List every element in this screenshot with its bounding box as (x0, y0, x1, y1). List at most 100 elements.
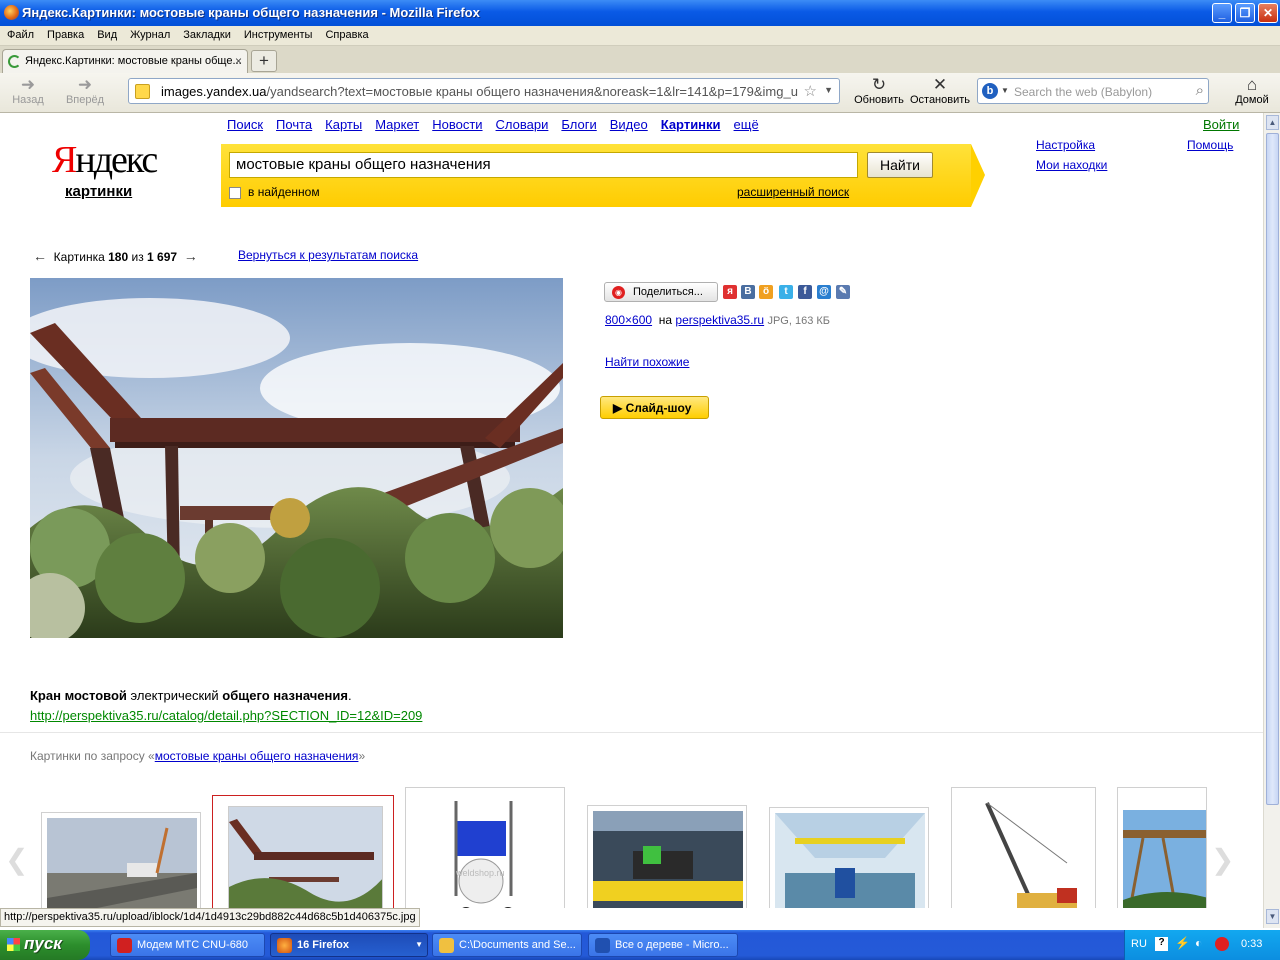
help-tray-icon[interactable]: ? (1155, 937, 1168, 951)
menu-history[interactable]: Журнал (123, 26, 176, 41)
image-counter: ← Картинка 180 из 1 697 → (33, 248, 198, 264)
menu-help[interactable]: Справка (318, 26, 374, 41)
task-firefox[interactable]: 16 Firefox ▼ (270, 933, 428, 957)
service-market[interactable]: Маркет (375, 117, 419, 132)
twitter-share-icon[interactable]: t (779, 285, 793, 299)
next-image-arrow-icon[interactable]: → (184, 248, 198, 264)
scrollbar-thumb[interactable] (1266, 133, 1279, 805)
my-finds-link[interactable]: Мои находки (1036, 158, 1107, 172)
back-button[interactable]: ➜ Назад (8, 76, 48, 107)
task-group-dropdown-icon[interactable]: ▼ (415, 940, 423, 949)
service-news[interactable]: Новости (432, 117, 482, 132)
reload-button[interactable]: ↻ Обновить (850, 76, 908, 107)
thumbnail-6[interactable] (951, 787, 1096, 908)
task-word-label: Все о дереве - Micro... (615, 939, 729, 951)
task-modem[interactable]: Модем МТС CNU-680 (110, 933, 265, 957)
in-found-label[interactable]: в найденном (248, 185, 320, 199)
maximize-button[interactable]: ❐ (1235, 3, 1255, 23)
close-window-button[interactable]: ✕ (1258, 3, 1278, 23)
network-tray-icon[interactable]: ⚡ (1175, 936, 1190, 950)
service-name-link[interactable]: картинки (65, 183, 132, 200)
thumbnail-5[interactable] (769, 807, 929, 908)
service-images[interactable]: Картинки (661, 117, 721, 132)
slideshow-button[interactable]: ▶ Слайд-шоу (600, 396, 709, 419)
service-blogs[interactable]: Блоги (561, 117, 596, 132)
vkontakte-share-icon[interactable]: B (741, 285, 755, 299)
menu-edit[interactable]: Правка (40, 26, 90, 41)
web-search-box[interactable]: b ▼ Search the web (Babylon) ⌕ (977, 78, 1209, 104)
help-link[interactable]: Помощь (1187, 138, 1233, 152)
related-query-link[interactable]: мостовые краны общего назначения (155, 749, 359, 763)
thumbnail-4[interactable] (587, 805, 747, 908)
menu-view[interactable]: Вид (90, 26, 123, 41)
find-similar-link[interactable]: Найти похожие (605, 355, 689, 369)
thumbnail-1[interactable] (41, 812, 201, 908)
word-icon (595, 938, 610, 953)
window-titlebar[interactable]: Яндекс.Картинки: мостовые краны общего н… (0, 0, 1280, 26)
login-link[interactable]: Войти (1203, 117, 1239, 132)
antivirus-tray-icon[interactable] (1215, 937, 1229, 951)
service-search[interactable]: Поиск (227, 117, 263, 132)
share-button[interactable]: ◉ Поделиться... (604, 282, 718, 302)
menu-tools[interactable]: Инструменты (237, 26, 319, 41)
language-indicator[interactable]: RU (1131, 938, 1147, 950)
search-magnifier-icon[interactable]: ⌕ (1196, 82, 1204, 99)
counter-index: 180 (108, 250, 129, 264)
history-dropdown-icon[interactable]: ▼ (824, 85, 833, 95)
bookmark-star-icon[interactable]: ☆ (804, 82, 817, 100)
service-mail[interactable]: Почта (276, 117, 312, 132)
moymir-share-icon[interactable]: @ (817, 285, 831, 299)
engine-dropdown-icon[interactable]: ▼ (1001, 86, 1009, 95)
main-image[interactable] (30, 278, 563, 638)
volume-tray-icon[interactable]: ◐ (1195, 936, 1202, 950)
find-button[interactable]: Найти (867, 152, 933, 178)
service-maps[interactable]: Карты (325, 117, 362, 132)
odnoklassniki-share-icon[interactable]: ö (759, 285, 773, 299)
in-found-checkbox[interactable] (229, 187, 241, 199)
windows-flag-icon (7, 938, 20, 951)
scroll-up-arrow-icon[interactable]: ▲ (1266, 115, 1279, 130)
forward-button[interactable]: ➜ Вперёд (60, 76, 110, 107)
facebook-share-icon[interactable]: f (798, 285, 812, 299)
thumbnail-3[interactable]: weldshop.ru (405, 787, 565, 908)
page-scrollbar[interactable]: ▲ ▼ (1263, 113, 1280, 928)
search-input[interactable]: мостовые краны общего назначения (229, 152, 858, 178)
new-tab-button[interactable]: + (251, 50, 277, 72)
loading-spinner-icon (8, 55, 21, 68)
menu-file[interactable]: Файл (0, 26, 40, 41)
yandex-logo[interactable]: Яндекс (52, 138, 158, 182)
livejournal-share-icon[interactable]: ✎ (836, 285, 850, 299)
source-url-link[interactable]: http://perspektiva35.ru/catalog/detail.p… (30, 708, 422, 723)
advanced-search-link[interactable]: расширенный поиск (737, 185, 849, 199)
home-button[interactable]: ⌂ Домой (1232, 76, 1272, 107)
strip-next-arrow-icon[interactable]: ❯ (1211, 843, 1234, 876)
thumbnail-2-frame (228, 806, 383, 908)
browser-tab[interactable]: Яндекс.Картинки: мостовые краны обще... … (2, 49, 248, 73)
system-tray: RU ? ⚡ ◐ 0:33 (1124, 930, 1280, 960)
service-more[interactable]: ещё (734, 117, 759, 132)
service-video[interactable]: Видео (610, 117, 648, 132)
address-bar[interactable]: images.yandex.ua/yandsearch?text=мостовы… (128, 78, 840, 104)
service-dictionaries[interactable]: Словари (496, 117, 549, 132)
tab-close-icon[interactable]: × (235, 54, 242, 68)
task-explorer[interactable]: C:\Documents and Se... (432, 933, 582, 957)
minimize-button[interactable]: _ (1212, 3, 1232, 23)
task-word[interactable]: Все о дереве - Micro... (588, 933, 738, 957)
stop-button[interactable]: ✕ Остановить (908, 76, 972, 107)
caption-part3: общего назначения (222, 688, 348, 703)
prev-image-arrow-icon[interactable]: ← (33, 248, 47, 264)
strip-prev-arrow-icon[interactable]: ❮ (5, 843, 28, 876)
thumbnail-2[interactable] (212, 795, 394, 908)
start-button[interactable]: пуск (0, 930, 90, 960)
menu-bookmarks[interactable]: Закладки (176, 26, 237, 41)
clock[interactable]: 0:33 (1241, 938, 1262, 950)
taskbar: пуск Модем МТС CNU-680 16 Firefox ▼ C:\Do… (0, 930, 1280, 960)
babylon-icon: b (982, 83, 998, 99)
image-size-link[interactable]: 800×600 (605, 313, 652, 327)
settings-link[interactable]: Настройка (1036, 138, 1095, 152)
scroll-down-arrow-icon[interactable]: ▼ (1266, 909, 1279, 924)
yaru-share-icon[interactable]: я (723, 285, 737, 299)
thumbnail-7[interactable] (1117, 787, 1207, 908)
image-site-link[interactable]: perspektiva35.ru (675, 313, 764, 327)
back-to-results-link[interactable]: Вернуться к результатам поиска (238, 248, 418, 262)
